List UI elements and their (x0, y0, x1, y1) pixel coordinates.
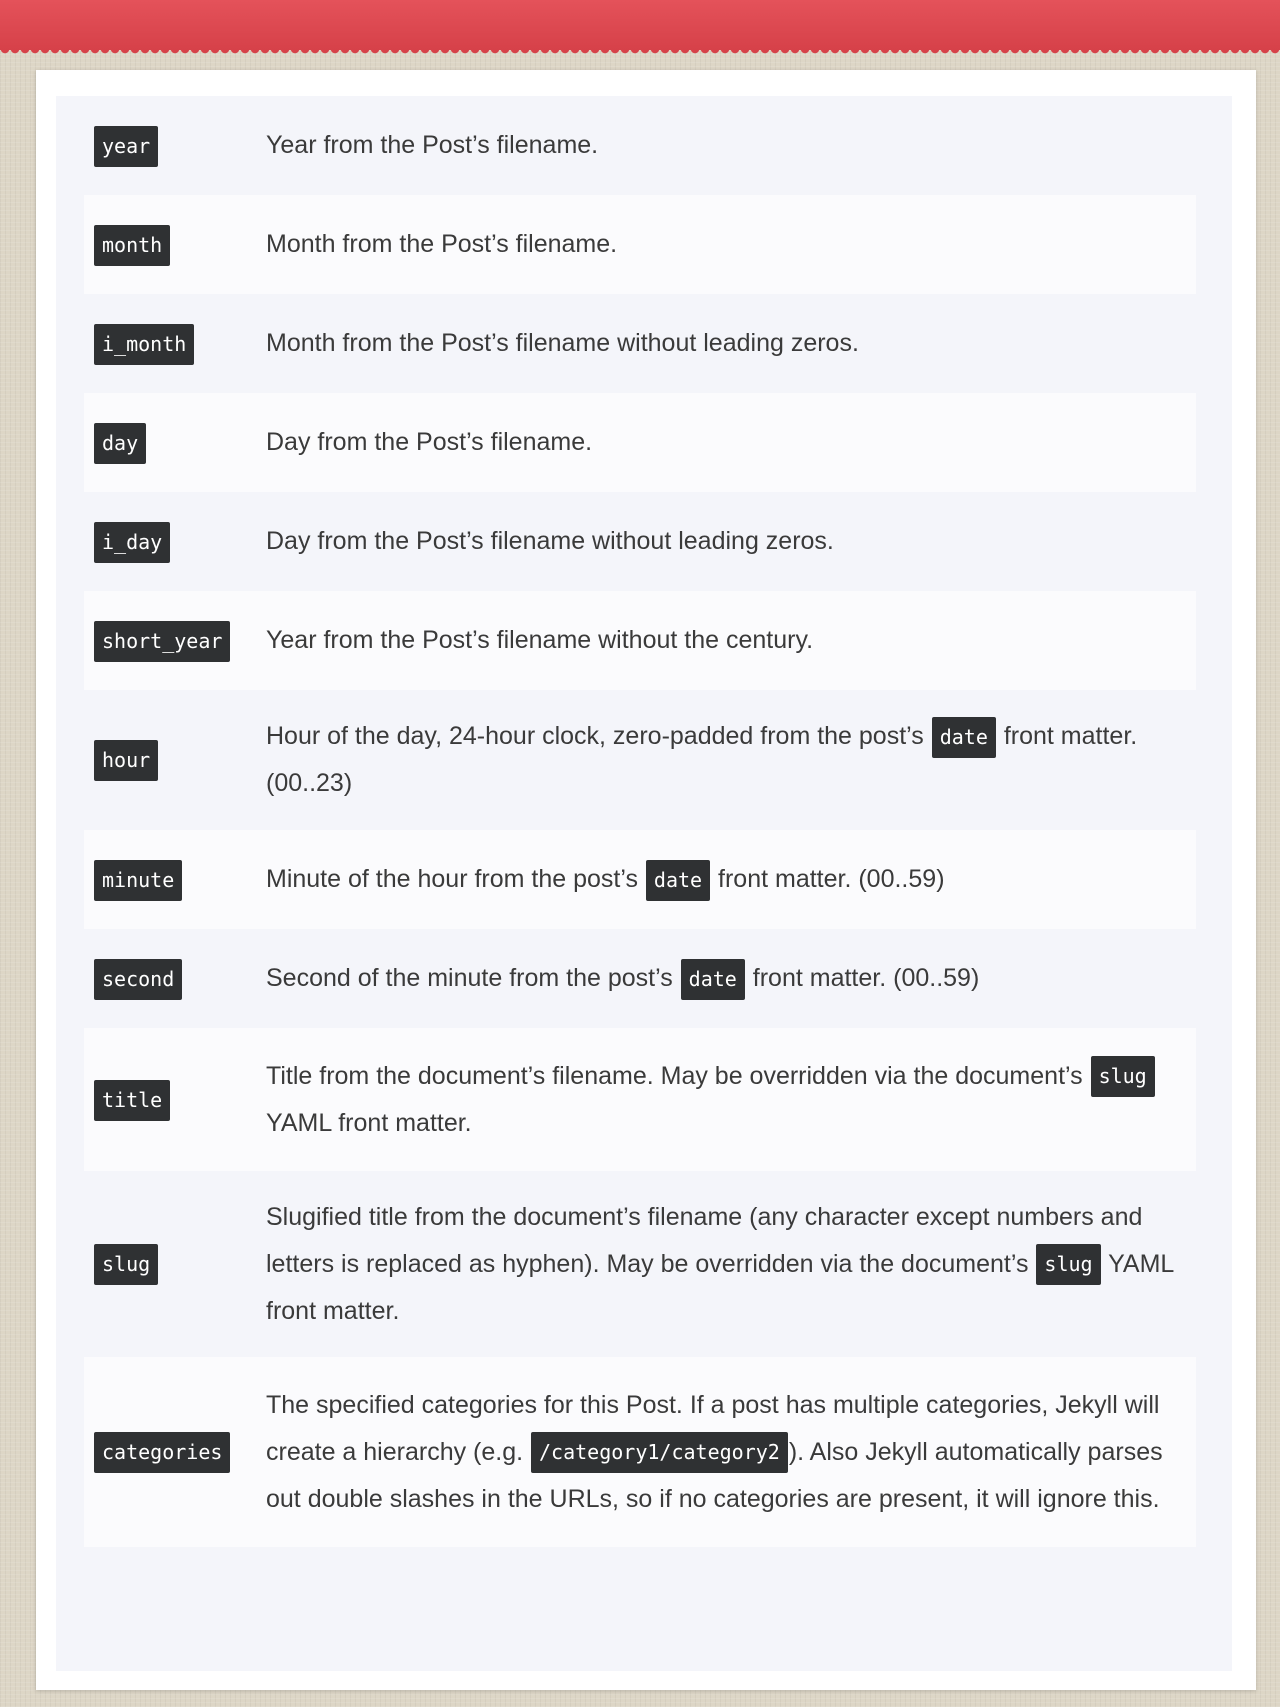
top-decorative-band (0, 0, 1280, 57)
description-text: front matter. (00..59) (711, 865, 945, 893)
description-text: Year from the Post’s filename without th… (266, 626, 814, 654)
table-row: categories The specified categories for t… (84, 1357, 1196, 1547)
variable-name-code: year (94, 125, 159, 167)
inline-code: /category1/category2 (531, 1432, 788, 1474)
description-text: front matter. (00..59) (745, 964, 980, 992)
inline-code: slug (1036, 1244, 1101, 1286)
variable-description-cell: Day from the Post’s filename without lea… (256, 492, 1196, 591)
table-row: minute Minute of the hour from the post’s… (84, 830, 1196, 929)
inline-code: date (680, 958, 745, 1000)
description-text: Title from the document’s filename. May … (266, 1061, 1090, 1090)
description-text: Hour of the day, 24-hour clock, zero-pad… (266, 722, 931, 750)
table-row: short_year Year from the Post’s filename … (84, 591, 1196, 690)
variable-description-cell: Hour of the day, 24-hour clock, zero-pad… (256, 690, 1196, 830)
variable-name-cell: short_year (84, 591, 256, 690)
variable-name-cell: month (84, 195, 256, 294)
variable-name-cell: day (84, 393, 256, 492)
variable-name-code: categories (94, 1432, 231, 1474)
table-row: second Second of the minute from the post… (84, 929, 1196, 1028)
variable-description-cell: The specified categories for this Post. … (256, 1357, 1196, 1547)
description-text: YAML front matter. (266, 1108, 472, 1137)
table-row: slug Slugified title from the document’s … (84, 1171, 1196, 1357)
variable-description-cell: Second of the minute from the post’s dat… (256, 929, 1196, 1028)
variable-name-cell: i_day (84, 492, 256, 591)
table-row: hour Hour of the day, 24-hour clock, zero… (84, 690, 1196, 830)
table-row: year Year from the Post’s filename. (84, 96, 1196, 195)
description-text: Month from the Post’s filename. (266, 230, 618, 258)
variable-name-code: title (94, 1079, 171, 1121)
table-row: i_month Month from the Post’s filename wi… (84, 294, 1196, 393)
variable-description-cell: Month from the Post’s filename without l… (256, 294, 1196, 393)
variable-name-cell: year (84, 96, 256, 195)
description-text: Second of the minute from the post’s (266, 964, 680, 992)
table-row: day Day from the Post’s filename. (84, 393, 1196, 492)
variable-name-cell: title (84, 1028, 256, 1171)
variable-name-cell: hour (84, 690, 256, 830)
variable-description-cell: Minute of the hour from the post’s date … (256, 830, 1196, 929)
variable-description-cell: Year from the Post’s filename without th… (256, 591, 1196, 690)
variable-description-cell: Title from the document’s filename. May … (256, 1028, 1196, 1171)
inline-code: date (645, 859, 711, 901)
inline-code: date (931, 716, 996, 758)
variable-description-cell: Month from the Post’s filename. (256, 195, 1196, 294)
table-row: i_day Day from the Post’s filename withou… (84, 492, 1196, 591)
variable-name-code: hour (94, 740, 159, 782)
description-text: Day from the Post’s filename without lea… (266, 527, 834, 555)
description-text: Year from the Post’s filename. (266, 131, 599, 159)
variable-name-code: i_day (94, 521, 171, 563)
permalink-variables-table-area: year Year from the Post’s filename. month M… (56, 96, 1232, 1671)
variable-name-cell: minute (84, 830, 256, 929)
variable-name-cell: i_month (84, 294, 256, 393)
description-text: Slugified title from the document’s file… (266, 1202, 1143, 1278)
description-text: Minute of the hour from the post’s (266, 865, 645, 893)
variable-name-code: minute (94, 859, 183, 901)
variable-name-code: i_month (94, 323, 195, 365)
variable-name-code: short_year (94, 620, 231, 662)
variable-name-cell: slug (84, 1171, 256, 1357)
variable-name-cell: categories (84, 1357, 256, 1547)
variable-name-code: second (94, 958, 183, 1000)
variable-description-cell: Year from the Post’s filename. (256, 96, 1196, 195)
permalink-variables-table: year Year from the Post’s filename. month M… (84, 96, 1196, 1547)
variable-description-cell: Slugified title from the document’s file… (256, 1171, 1196, 1357)
variable-name-code: day (94, 422, 147, 464)
inline-code: slug (1090, 1056, 1155, 1098)
table-row: month Month from the Post’s filename. (84, 195, 1196, 294)
description-text: Day from the Post’s filename. (266, 428, 593, 456)
description-text: Month from the Post’s filename without l… (266, 329, 859, 357)
variable-name-code: slug (94, 1244, 159, 1286)
variable-name-cell: second (84, 929, 256, 1028)
variable-name-code: month (94, 224, 171, 266)
table-row: title Title from the document’s filename.… (84, 1028, 1196, 1171)
variable-description-cell: Day from the Post’s filename. (256, 393, 1196, 492)
